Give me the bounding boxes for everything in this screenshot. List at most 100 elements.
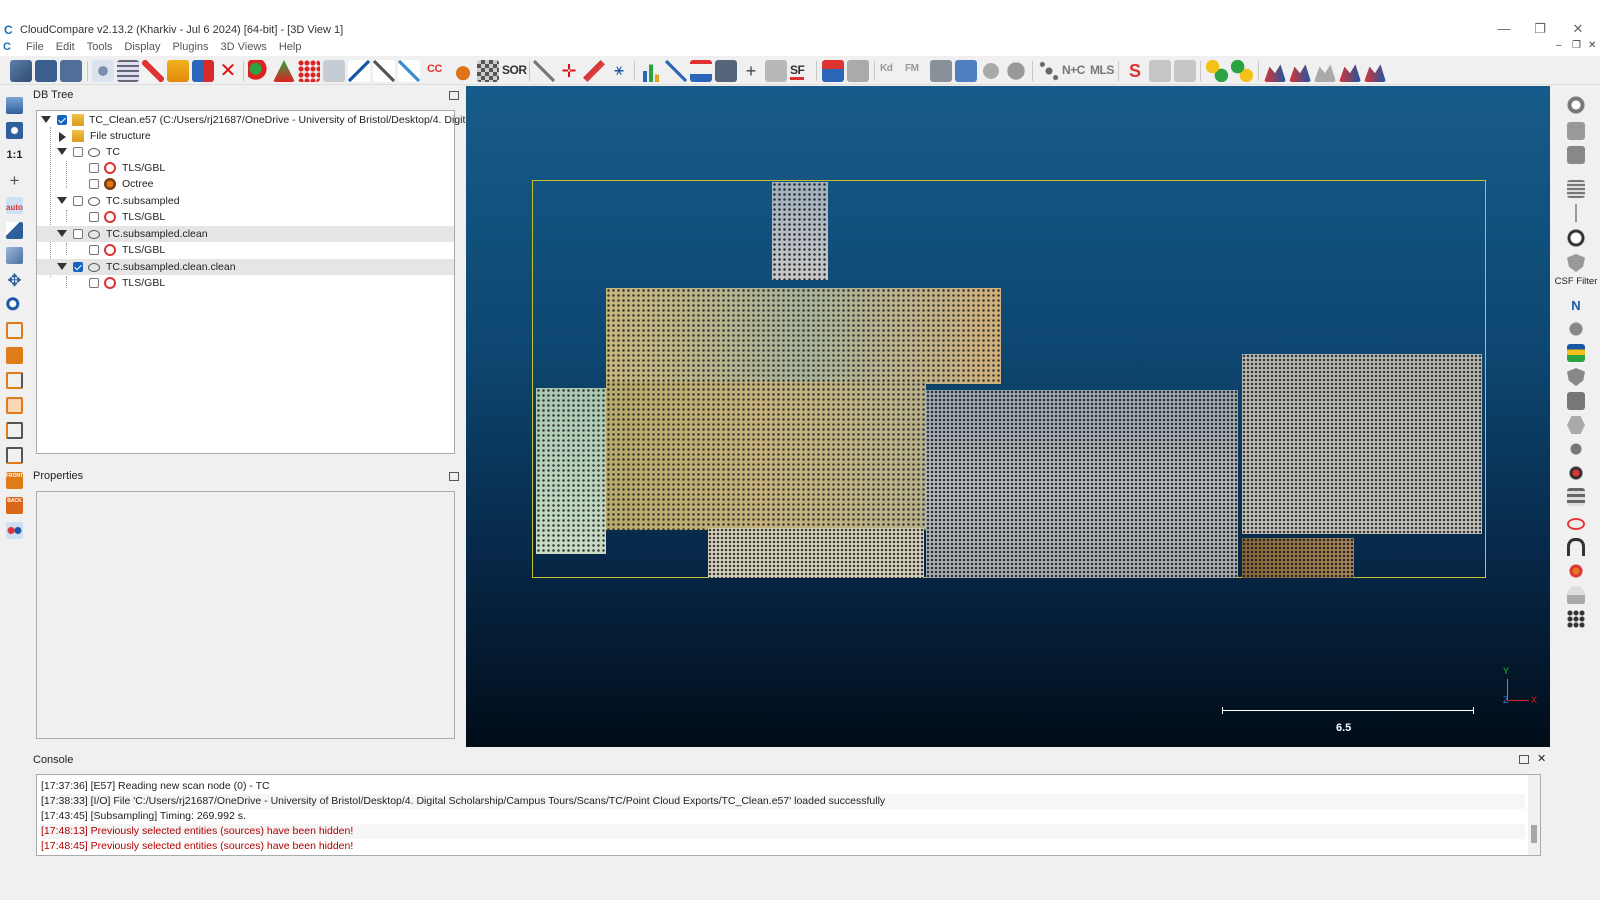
canupo-create-icon[interactable]: [822, 60, 844, 82]
m3c2-icon-5[interactable]: [1364, 64, 1386, 82]
3d-view[interactable]: 6.5 Y X Z: [466, 86, 1550, 747]
brush-icon[interactable]: [1567, 204, 1585, 222]
m3c2-plugin-icon[interactable]: [1567, 344, 1585, 362]
normals-icon[interactable]: [348, 60, 370, 82]
menu-file[interactable]: File: [20, 41, 50, 53]
console-float-icon[interactable]: [1519, 755, 1529, 764]
minimize-button[interactable]: —: [1486, 20, 1522, 38]
sample-points-icon[interactable]: [248, 60, 270, 82]
tree-row-sensor[interactable]: TLS/GBL: [37, 242, 454, 258]
visibility-checkbox[interactable]: [89, 163, 99, 173]
close-button[interactable]: ✕: [1560, 20, 1596, 38]
hough-normals-icon[interactable]: [1038, 60, 1060, 82]
console-scrollbar[interactable]: [1528, 775, 1540, 855]
octree-icon[interactable]: [323, 60, 345, 82]
crosshair-icon[interactable]: +: [6, 172, 23, 189]
subsample-icon[interactable]: [273, 60, 295, 82]
noise-filter-icon[interactable]: [298, 60, 320, 82]
console-log[interactable]: [17:37:36] [E57] Reading new scan node (…: [36, 774, 1541, 856]
view-bottom-icon[interactable]: [6, 447, 23, 464]
open-file-icon[interactable]: [10, 60, 32, 82]
vertical-icon[interactable]: [1567, 562, 1585, 580]
visibility-checkbox[interactable]: [73, 196, 83, 206]
expand-toggle[interactable]: [59, 132, 66, 142]
visibility-checkbox[interactable]: [89, 278, 99, 288]
m3c2-icon-2[interactable]: [1289, 64, 1311, 82]
tree-row-file-structure[interactable]: File structure: [37, 128, 454, 144]
3dmasc-icon[interactable]: [1567, 146, 1585, 164]
disable-icon[interactable]: [1567, 96, 1585, 114]
rdb-icon[interactable]: [1567, 440, 1585, 458]
tree-row-tc-subsampled-clean[interactable]: TC.subsampled.clean: [37, 226, 454, 242]
segment-icon[interactable]: [533, 60, 555, 82]
zoom-pan-icon[interactable]: ✥: [6, 272, 23, 289]
view-right-icon[interactable]: [6, 422, 23, 439]
iso-front-button[interactable]: FRONT: [6, 472, 23, 489]
mdi-close-button[interactable]: ✕: [1588, 40, 1596, 51]
tree-row-tc-subsampled-clean-clean[interactable]: TC.subsampled.clean.clean: [37, 259, 454, 275]
translate-rotate-icon[interactable]: ✛: [558, 60, 580, 82]
menu-display[interactable]: Display: [118, 41, 166, 53]
add-constant-sf-icon[interactable]: +: [740, 60, 762, 82]
sra-icon[interactable]: [1567, 464, 1585, 482]
mdi-restore-button[interactable]: ❐: [1572, 40, 1581, 51]
db-tree-float-icon[interactable]: [449, 91, 459, 100]
clone-icon[interactable]: [192, 60, 214, 82]
visibility-checkbox[interactable]: [73, 262, 83, 272]
checkerboard-icon[interactable]: [477, 60, 499, 82]
fit-plane-icon[interactable]: [398, 60, 420, 82]
zoom-icon[interactable]: [6, 297, 23, 314]
console-close-icon[interactable]: ✕: [1537, 752, 1546, 765]
sf-icon-gray[interactable]: [765, 60, 787, 82]
expand-toggle[interactable]: [41, 116, 51, 123]
visibility-checkbox[interactable]: [73, 229, 83, 239]
save-icon[interactable]: [35, 60, 57, 82]
poisson-recon-icon[interactable]: [1567, 392, 1585, 410]
view-front-icon[interactable]: [6, 347, 23, 364]
perspective-icon[interactable]: [6, 247, 23, 264]
curve-icon[interactable]: S: [1124, 60, 1146, 82]
qrdf-icon[interactable]: [1149, 60, 1171, 82]
delete-icon[interactable]: ✕: [217, 60, 239, 82]
tree-row-sensor[interactable]: TLS/GBL: [37, 275, 454, 291]
view-left-icon[interactable]: [6, 372, 23, 389]
ellipsoid-icon[interactable]: [1005, 60, 1027, 82]
list-icon[interactable]: [117, 60, 139, 82]
m3c2-icon-1[interactable]: [1264, 64, 1286, 82]
layers-icon[interactable]: [1567, 488, 1585, 506]
color-icon[interactable]: [452, 60, 474, 82]
sf-arithmetic-icon[interactable]: [715, 60, 737, 82]
compass-plugin-icon[interactable]: [1567, 229, 1585, 247]
scalar-field-gradient-icon[interactable]: [665, 60, 687, 82]
ceil-icon[interactable]: [1567, 122, 1585, 140]
ellipse-icon[interactable]: [1567, 518, 1585, 530]
canupo-classify-icon[interactable]: [847, 60, 869, 82]
expand-toggle[interactable]: [57, 230, 67, 237]
tree-row-tc[interactable]: TC: [37, 144, 454, 160]
facet-fm-button[interactable]: FM: [905, 63, 919, 74]
tree-iso-icon[interactable]: [1567, 610, 1585, 628]
stereo-icon[interactable]: [6, 522, 23, 539]
menu-plugins[interactable]: Plugins: [166, 41, 214, 53]
tree-row-tc-subsampled[interactable]: TC.subsampled: [37, 193, 454, 209]
csf-shield-icon[interactable]: [1567, 254, 1585, 272]
cross-section-icon[interactable]: [583, 60, 605, 82]
camera-icon[interactable]: [6, 122, 23, 139]
add-point-icon[interactable]: [142, 60, 164, 82]
save-all-icon[interactable]: [60, 60, 82, 82]
visibility-checkbox[interactable]: [89, 179, 99, 189]
iso-back-button[interactable]: BACK: [6, 497, 23, 514]
restore-button[interactable]: ❐: [1522, 20, 1558, 38]
train-classifier-icon[interactable]: [1206, 60, 1228, 82]
classify-icon[interactable]: [1231, 60, 1253, 82]
app-menu-icon[interactable]: C: [3, 41, 11, 53]
wave-icon[interactable]: [1567, 586, 1585, 604]
tunnel-icon[interactable]: [1567, 538, 1585, 556]
expand-toggle[interactable]: [57, 197, 67, 204]
visibility-checkbox[interactable]: [57, 115, 67, 125]
animation-plugin-icon[interactable]: [1567, 180, 1585, 198]
auto-pick-center-button[interactable]: auto: [6, 197, 23, 214]
point-picking-icon[interactable]: ⚹: [608, 60, 630, 82]
properties-float-icon[interactable]: [449, 472, 459, 481]
north-arrow-button[interactable]: N: [1567, 296, 1585, 314]
